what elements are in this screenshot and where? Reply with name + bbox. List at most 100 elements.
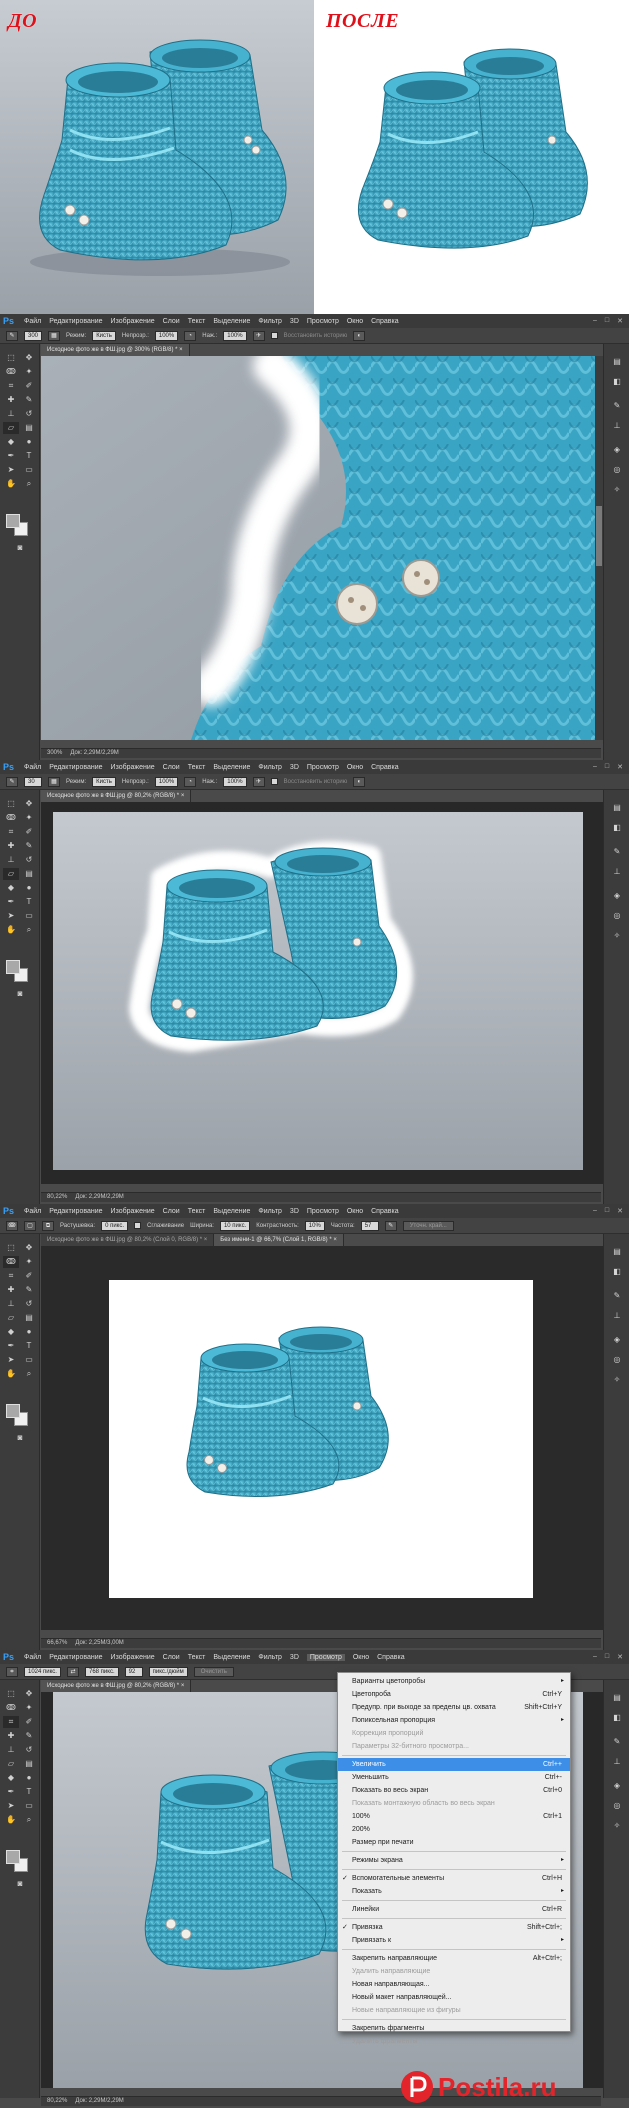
- document-tab[interactable]: Исходное фото же в ФШ.jpg @ 80,2% (RGB/8…: [41, 1680, 192, 1692]
- view-menu-item[interactable]: ✓ Привязка Shift+Ctrl+;: [338, 1921, 570, 1934]
- menu-filter[interactable]: Фильтр: [258, 1654, 282, 1661]
- menu-filter[interactable]: Фильтр: [258, 764, 282, 771]
- menu-layers[interactable]: Слои: [163, 764, 180, 771]
- menu-image[interactable]: Изображение: [111, 764, 155, 771]
- maximize-button[interactable]: □: [605, 317, 609, 325]
- view-menu-item[interactable]: 100% Ctrl+1: [338, 1810, 570, 1823]
- view-menu-item[interactable]: Уменьшить Ctrl+-: [338, 1771, 570, 1784]
- lasso-tool-icon[interactable]: ↂ: [3, 366, 19, 378]
- menu-type[interactable]: Текст: [188, 1208, 206, 1215]
- clone-stamp-tool-icon[interactable]: ⊥: [3, 1298, 19, 1310]
- layers-panel-icon[interactable]: ◈: [611, 890, 623, 902]
- zoom-tool-icon[interactable]: ⌕: [21, 1368, 37, 1380]
- brush-panel-icon[interactable]: ✎: [611, 1736, 623, 1748]
- eraser-preset-icon[interactable]: ✎: [6, 330, 18, 341]
- menu-select[interactable]: Выделение: [213, 1208, 250, 1215]
- brush-tool-icon[interactable]: ✎: [21, 840, 37, 852]
- menu-select[interactable]: Выделение: [213, 764, 250, 771]
- menu-edit[interactable]: Редактирование: [49, 764, 102, 771]
- view-menu-item[interactable]: Привязать к ▸: [338, 1934, 570, 1947]
- brush-size-field[interactable]: 30: [24, 776, 42, 787]
- menu-file[interactable]: Файл: [24, 318, 41, 325]
- gradient-tool-icon[interactable]: ▤: [21, 1312, 37, 1324]
- view-menu-item[interactable]: Новый макет направляющей...: [338, 1991, 570, 2004]
- channels-panel-icon[interactable]: ◎: [611, 464, 623, 476]
- crop-tool-icon[interactable]: ⌗: [3, 380, 19, 392]
- brush-tool-icon[interactable]: ✎: [21, 1730, 37, 1742]
- document-tab[interactable]: Исходное фото же в ФШ.jpg @ 300% (RGB/8)…: [41, 344, 190, 356]
- document-tab[interactable]: Исходное фото же в ФШ.jpg @ 80,2% (RGB/8…: [41, 790, 192, 802]
- close-button[interactable]: ✕: [617, 317, 623, 325]
- path-selection-tool-icon[interactable]: ➤: [3, 1800, 19, 1812]
- zoom-tool-icon[interactable]: ⌕: [21, 924, 37, 936]
- antialias-checkbox[interactable]: [134, 1222, 142, 1229]
- hand-tool-icon[interactable]: ✋: [3, 1814, 19, 1826]
- type-tool-icon[interactable]: T: [21, 1340, 37, 1352]
- menu-window[interactable]: Окно: [347, 1208, 363, 1215]
- type-tool-icon[interactable]: T: [21, 450, 37, 462]
- eraser-tool-icon[interactable]: ▱: [3, 1312, 19, 1324]
- dodge-tool-icon[interactable]: ●: [21, 436, 37, 448]
- brush-panel-icon[interactable]: ✎: [611, 846, 623, 858]
- shape-tool-icon[interactable]: ▭: [21, 910, 37, 922]
- maximize-button[interactable]: □: [605, 1207, 609, 1215]
- channels-panel-icon[interactable]: ◎: [611, 910, 623, 922]
- menu-3d[interactable]: 3D: [290, 1208, 299, 1215]
- blur-tool-icon[interactable]: ◆: [3, 1772, 19, 1784]
- paths-panel-icon[interactable]: ✧: [611, 930, 623, 942]
- menu-select[interactable]: Выделение: [213, 1654, 250, 1661]
- clear-button[interactable]: Очистить: [193, 1666, 234, 1677]
- view-menu-item[interactable]: Новая направляющая...: [338, 1978, 570, 1991]
- menu-view[interactable]: Просмотр: [307, 318, 339, 325]
- type-tool-icon[interactable]: T: [21, 896, 37, 908]
- pen-tool-icon[interactable]: ✒: [3, 896, 19, 908]
- eraser-tool-icon[interactable]: ▱: [3, 422, 19, 434]
- view-menu-item[interactable]: Размер при печати: [338, 1836, 570, 1849]
- close-button[interactable]: ✕: [617, 763, 623, 771]
- history-panel-icon[interactable]: ▤: [611, 802, 623, 814]
- menu-filter[interactable]: Фильтр: [258, 318, 282, 325]
- canvas-area[interactable]: [41, 1246, 603, 1630]
- pressure-size-icon[interactable]: ◐: [353, 776, 366, 787]
- foreground-color-swatch[interactable]: [6, 1850, 20, 1864]
- gradient-tool-icon[interactable]: ▤: [21, 422, 37, 434]
- shape-tool-icon[interactable]: ▭: [21, 1354, 37, 1366]
- foreground-color-swatch[interactable]: [6, 514, 20, 528]
- view-menu-item[interactable]: 200%: [338, 1823, 570, 1836]
- restore-history-checkbox[interactable]: [270, 332, 278, 339]
- view-menu-item[interactable]: Варианты цветопробы ▸: [338, 1675, 570, 1688]
- menu-view[interactable]: Просмотр: [307, 764, 339, 771]
- magic-wand-tool-icon[interactable]: ✦: [21, 1702, 37, 1714]
- path-selection-tool-icon[interactable]: ➤: [3, 910, 19, 922]
- document-tab-untitled[interactable]: Без имени-1 @ 66,7% (Слой 1, RGB/8) * ×: [214, 1234, 344, 1246]
- menu-filter[interactable]: Фильтр: [258, 1208, 282, 1215]
- properties-panel-icon[interactable]: ◧: [611, 376, 623, 388]
- gradient-tool-icon[interactable]: ▤: [21, 1758, 37, 1770]
- blur-tool-icon[interactable]: ◆: [3, 1326, 19, 1338]
- pen-tool-icon[interactable]: ✒: [3, 1786, 19, 1798]
- minimize-button[interactable]: –: [593, 1207, 597, 1215]
- eraser-tool-icon[interactable]: ▱: [3, 1758, 19, 1770]
- opacity-field[interactable]: 100%: [154, 330, 179, 341]
- history-brush-tool-icon[interactable]: ↺: [21, 1298, 37, 1310]
- channels-panel-icon[interactable]: ◎: [611, 1354, 623, 1366]
- properties-panel-icon[interactable]: ◧: [611, 822, 623, 834]
- hand-tool-icon[interactable]: ✋: [3, 478, 19, 490]
- menu-item-zoom-in[interactable]: Увеличить Ctrl++: [338, 1758, 570, 1771]
- view-menu-item[interactable]: Попиксельная пропорция ▸: [338, 1714, 570, 1727]
- maximize-button[interactable]: □: [605, 1653, 609, 1661]
- menu-type[interactable]: Текст: [188, 764, 206, 771]
- clone-source-panel-icon[interactable]: ⊥: [611, 1310, 623, 1322]
- quick-mask-icon[interactable]: ◙: [12, 542, 28, 554]
- layers-panel-icon[interactable]: ◈: [611, 1780, 623, 1792]
- frequency-field[interactable]: 57: [360, 1220, 379, 1231]
- shape-tool-icon[interactable]: ▭: [21, 1800, 37, 1812]
- move-tool-icon[interactable]: ✥: [21, 1242, 37, 1254]
- history-panel-icon[interactable]: ▤: [611, 356, 623, 368]
- marquee-tool-icon[interactable]: ⬚: [3, 798, 19, 810]
- history-panel-icon[interactable]: ▤: [611, 1246, 623, 1258]
- menu-help[interactable]: Справка: [371, 318, 398, 325]
- tab-close-icon[interactable]: ×: [181, 793, 185, 799]
- history-brush-tool-icon[interactable]: ↺: [21, 408, 37, 420]
- menu-image[interactable]: Изображение: [111, 318, 155, 325]
